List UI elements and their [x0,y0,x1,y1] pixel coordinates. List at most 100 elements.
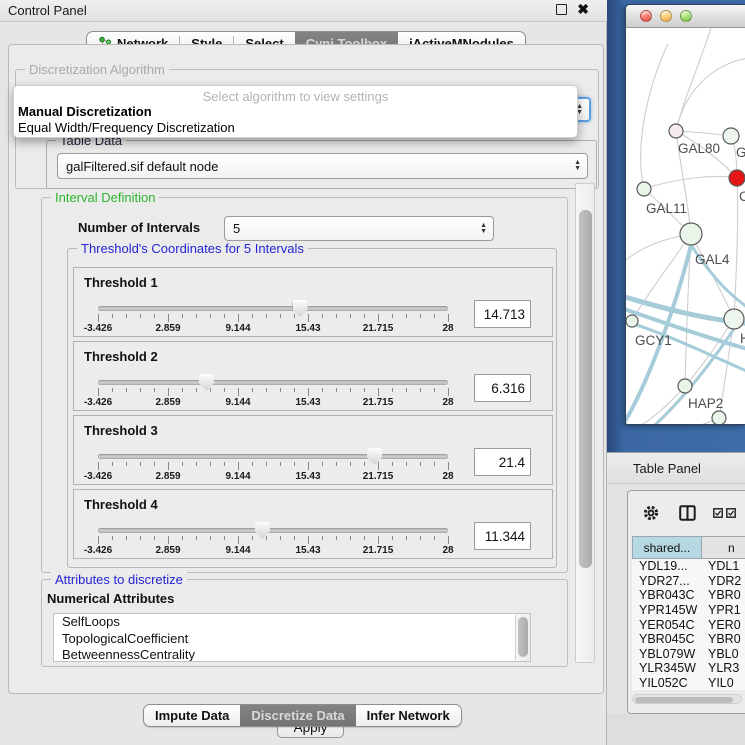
control-panel: Control Panel ✖ NetworkStyleSelectCyni T… [0,0,607,745]
table-row[interactable]: YLR345WYLR3 [632,661,745,676]
cell-shared-name: YBR043C [632,588,708,602]
cell-name: YBR0 [708,588,745,602]
thresholds-group: Threshold's Coordinates for 5 Intervals … [67,248,557,568]
close-icon[interactable]: ✖ [577,4,589,15]
scrollbar-thumb[interactable] [635,697,733,703]
attribute-item-betweennesscentrality[interactable]: BetweennessCentrality [54,647,516,662]
threshold-panel-3: Threshold 3 -3.4262.8599.14415.4321.71528… [73,415,553,485]
table-data-group: Table Data galFiltered.sif default node … [46,140,597,189]
network-node-gal80[interactable] [669,124,683,138]
table-horizontal-scrollbar[interactable] [632,694,742,704]
network-node[interactable] [712,411,726,425]
algorithm-option-manual-discretization[interactable]: Manual Discretization [14,104,577,120]
split-columns-icon[interactable] [679,505,696,521]
table-row[interactable]: YPR145WYPR1 [632,603,745,618]
gear-icon[interactable] [642,504,660,522]
checkbox-icon[interactable] [713,508,723,518]
table-data-combobox[interactable]: galFiltered.sif default node ▲▼ [57,153,588,179]
threshold-slider[interactable] [98,528,448,533]
cell-shared-name: YIL052C [632,676,708,690]
network-canvas[interactable]: GAL80GAL11GAL4GCY1HHAP2GC [626,28,745,425]
cell-shared-name: YER054C [632,618,708,632]
combo-stepper-icon: ▲▼ [480,217,487,240]
table-panel-title: Table Panel [633,461,701,476]
cell-name: YBL0 [708,647,745,661]
threshold-panel-1: Threshold 1 -3.4262.8599.14415.4321.71528… [73,267,553,337]
table-row[interactable]: YBL079WYBL0 [632,647,745,662]
cyni-toolbox-panel: Discretization Algorithm ▲▼ Table Data g… [8,44,604,694]
control-panel-titlebar: Control Panel ✖ [0,0,607,22]
numerical-attributes-list[interactable]: SelfLoopsTopologicalCoefficientBetweenne… [53,613,531,662]
threshold-label: Threshold 2 [84,349,158,364]
attribute-item-selfloops[interactable]: SelfLoops [54,614,516,631]
network-node-h[interactable] [724,309,744,329]
slider-tick-labels: -3.4262.8599.14415.4321.71528 [98,471,448,483]
table-row[interactable]: YDL19...YDL1 [632,559,745,574]
table-row[interactable]: YDR27...YDR2 [632,574,745,589]
node-label: GAL4 [695,252,730,267]
threshold-value-field[interactable]: 14.713 [474,300,531,328]
table-row[interactable]: YBR045CYBR0 [632,632,745,647]
tab-impute-data[interactable]: Impute Data [144,705,240,726]
discretization-algorithm-title: Discretization Algorithm [25,62,169,77]
threshold-value-field[interactable]: 21.4 [474,448,531,476]
node-label: GAL11 [646,201,687,216]
tab-discretize-data[interactable]: Discretize Data [240,705,355,726]
network-window-titlebar [626,5,745,28]
threshold-slider[interactable] [98,306,448,311]
network-node-hap2[interactable] [678,379,692,393]
cell-shared-name: YLR345W [632,661,708,675]
slider-tick-labels: -3.4262.8599.14415.4321.71528 [98,545,448,557]
node-label-partial: C [739,189,745,204]
status-area [607,714,745,745]
table-row[interactable]: YER054CYER0 [632,617,745,632]
threshold-slider[interactable] [98,454,448,459]
cell-shared-name: YBL079W [632,647,708,661]
algorithm-option-equal-width-frequency-discretization[interactable]: Equal Width/Frequency Discretization [14,120,577,136]
node-label-partial: G [736,145,745,160]
panel-vertical-scrollbar[interactable] [575,183,595,663]
network-node[interactable] [723,128,739,144]
column-header-shared[interactable]: shared... [632,536,701,559]
table-panel-window: shared... n YDL19...YDL1YDR27...YDR2YBR0… [627,490,745,714]
zoom-traffic-light-icon[interactable] [680,10,692,22]
network-node-gcy1[interactable] [626,315,638,327]
attributes-group-title: Attributes to discretize [51,572,187,587]
panel-title: Control Panel [8,3,87,18]
slider-ticks [98,314,448,323]
slider-tick-labels: -3.4262.8599.14415.4321.71528 [98,323,448,335]
scrollbar-thumb[interactable] [518,617,528,657]
attribute-item-topologicalcoefficient[interactable]: TopologicalCoefficient [54,631,516,648]
threshold-value-field[interactable]: 11.344 [474,522,531,550]
cell-name: YPR1 [708,603,745,617]
thresholds-group-title: Threshold's Coordinates for 5 Intervals [77,241,308,256]
number-of-intervals-combobox[interactable]: 5 ▲▼ [224,216,494,241]
table-row[interactable]: YBR043CYBR0 [632,588,745,603]
checkbox-icon[interactable] [726,508,736,518]
scrollbar-thumb[interactable] [579,210,592,568]
threshold-label: Threshold 3 [84,423,158,438]
table-data-value: galFiltered.sif default node [66,159,218,174]
network-view-window[interactable]: GAL80GAL11GAL4GCY1HHAP2GC [625,4,745,425]
threshold-slider[interactable] [98,380,448,385]
cell-shared-name: YDR27... [632,574,708,588]
table-body: YDL19...YDL1YDR27...YDR2YBR043CYBR0YPR14… [632,559,745,690]
column-header-name[interactable]: n [701,536,745,559]
close-traffic-light-icon[interactable] [640,10,652,22]
algorithm-prompt: Select algorithm to view settings [14,86,577,104]
threshold-label: Threshold 1 [84,275,158,290]
node-label: GAL80 [678,141,720,156]
list-vertical-scrollbar[interactable] [515,614,530,661]
network-node-gal4[interactable] [680,223,702,245]
network-node[interactable] [729,170,745,186]
threshold-value-field[interactable]: 6.316 [474,374,531,402]
cell-name: YER0 [708,618,745,632]
slider-ticks [98,462,448,471]
network-node-gal11[interactable] [637,182,651,196]
cell-shared-name: YDL19... [632,559,708,573]
combo-stepper-icon: ▲▼ [574,154,581,178]
table-row[interactable]: YIL052CYIL0 [632,676,745,690]
tab-infer-network[interactable]: Infer Network [356,705,461,726]
float-window-icon[interactable] [556,4,567,15]
minimize-traffic-light-icon[interactable] [660,10,672,22]
